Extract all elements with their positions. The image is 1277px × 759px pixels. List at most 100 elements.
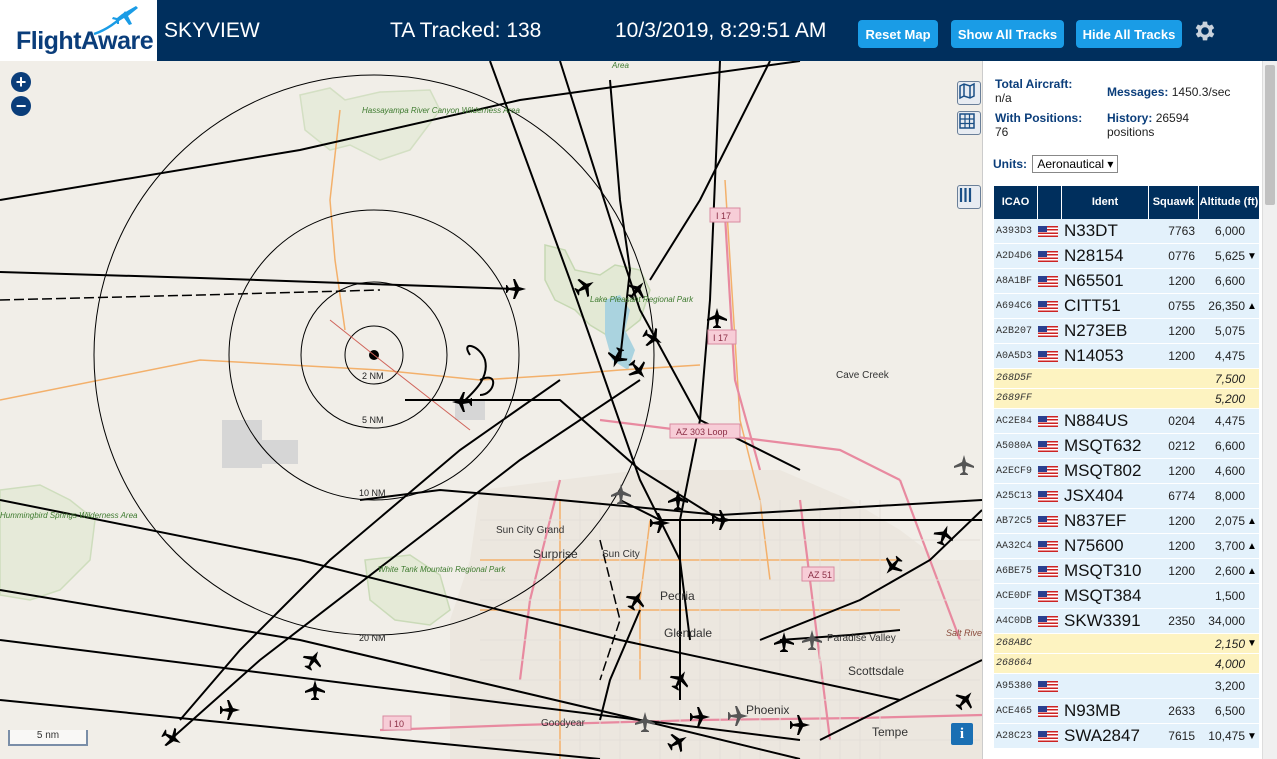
info-button[interactable]: i bbox=[951, 723, 973, 745]
table-row[interactable]: A25C13 JSX404 6774 8,000 bbox=[994, 484, 1259, 509]
col-altitude[interactable]: Altitude (ft) bbox=[1199, 186, 1259, 219]
cell-altitude: 6,000 bbox=[1214, 224, 1245, 238]
table-row[interactable]: ACE0DF MSQT384 1,500 bbox=[994, 584, 1259, 609]
cell-icao: A393D3 bbox=[996, 225, 1033, 237]
col-icao[interactable]: ICAO bbox=[994, 186, 1038, 219]
us-flag-icon bbox=[1038, 350, 1058, 362]
messages-value: 1450.3/sec bbox=[1171, 85, 1231, 99]
cell-flag bbox=[1038, 459, 1062, 483]
col-squawk[interactable]: Squawk bbox=[1149, 186, 1199, 219]
table-row[interactable]: AB72C5 N837EF 1200 2,075 ▲ bbox=[994, 509, 1259, 534]
map-scale: 5 nm bbox=[8, 730, 88, 746]
cell-trend: ▲ bbox=[1247, 540, 1257, 552]
us-flag-icon bbox=[1038, 300, 1058, 312]
us-flag-icon bbox=[1038, 490, 1058, 502]
cell-flag bbox=[1038, 674, 1062, 698]
table-row[interactable]: 268664 4,000 bbox=[994, 654, 1259, 674]
table-row[interactable]: A393D3 N33DT 7763 6,000 bbox=[994, 219, 1259, 244]
cell-flag bbox=[1038, 584, 1062, 608]
cell-flag bbox=[1038, 484, 1062, 508]
cell-icao: A25C13 bbox=[996, 490, 1033, 502]
us-flag-icon bbox=[1038, 465, 1058, 477]
table-row[interactable]: A2D4D6 N28154 0776 5,625 ▼ bbox=[994, 244, 1259, 269]
cell-flag bbox=[1038, 219, 1062, 243]
map-canvas[interactable]: 2 NM 5 NM 10 NM 20 NM Hassayampa River C… bbox=[0, 61, 982, 759]
cell-flag bbox=[1038, 244, 1062, 268]
cell-ident: MSQT632 bbox=[1064, 436, 1142, 455]
table-row[interactable]: A694C6 CITT51 0755 26,350 ▲ bbox=[994, 294, 1259, 319]
zoom-in-button[interactable]: + bbox=[11, 72, 31, 92]
show-all-tracks-button[interactable]: Show All Tracks bbox=[951, 20, 1064, 48]
map-layers-button[interactable] bbox=[957, 81, 981, 105]
reset-map-button[interactable]: Reset Map bbox=[858, 20, 938, 48]
place-label: Sun City bbox=[602, 549, 640, 560]
cell-altitude: 4,475 bbox=[1214, 349, 1245, 363]
scrollbar-thumb[interactable] bbox=[1265, 65, 1275, 205]
units-label: Units: bbox=[993, 157, 1027, 171]
gray-zone bbox=[262, 440, 298, 464]
cell-altitude: 4,000 bbox=[1214, 656, 1245, 671]
cell-flag bbox=[1038, 634, 1062, 653]
table-row[interactable]: A5080A MSQT632 0212 6,600 bbox=[994, 434, 1259, 459]
table-row[interactable]: AC2E84 N884US 0204 4,475 bbox=[994, 409, 1259, 434]
cell-ident: JSX404 bbox=[1064, 486, 1124, 505]
gear-icon[interactable] bbox=[1192, 18, 1218, 44]
map-layer: 2 NM 5 NM 10 NM 20 NM Hassayampa River C… bbox=[0, 61, 982, 759]
road-label: I 10 bbox=[389, 719, 404, 729]
units-select[interactable]: Aeronautical ▾ bbox=[1032, 155, 1119, 173]
top-bar: FlightAware SKYVIEW TA Tracked: 138 10/3… bbox=[0, 0, 1277, 61]
cell-ident: MSQT384 bbox=[1064, 586, 1142, 605]
cell-flag bbox=[1038, 559, 1062, 583]
cell-icao: A2D4D6 bbox=[996, 250, 1033, 262]
table-body: A393D3 N33DT 7763 6,000 A2D4D6 N28154 0776 5,62… bbox=[994, 219, 1259, 749]
cell-ident: SKW3391 bbox=[1064, 611, 1141, 630]
table-row[interactable]: A2ECF9 MSQT802 1200 4,600 bbox=[994, 459, 1259, 484]
place-label: Peoria bbox=[660, 589, 695, 603]
columns-toggle-button[interactable] bbox=[957, 185, 981, 209]
table-row[interactable]: 2689FF 5,200 bbox=[994, 389, 1259, 409]
cell-trend: ▲ bbox=[1247, 515, 1257, 527]
col-flag[interactable] bbox=[1038, 186, 1062, 219]
place-label: Sun City Grand bbox=[496, 525, 564, 536]
cell-flag bbox=[1038, 654, 1062, 673]
table-row[interactable]: A28C23 SWA2847 7615 10,475 ▼ bbox=[994, 724, 1259, 749]
panel-scrollbar[interactable] bbox=[1262, 61, 1277, 759]
place-label: Goodyear bbox=[541, 718, 586, 729]
cell-icao: AC2E84 bbox=[996, 415, 1033, 427]
us-flag-icon bbox=[1038, 540, 1058, 552]
cell-ident: MSQT310 bbox=[1064, 561, 1142, 580]
road-label: I 17 bbox=[716, 211, 731, 221]
cell-altitude: 2,150 bbox=[1214, 636, 1245, 651]
cell-icao: A28C23 bbox=[996, 730, 1033, 742]
cell-squawk: 1200 bbox=[1168, 274, 1195, 288]
clock: 10/3/2019, 8:29:51 AM bbox=[615, 19, 827, 42]
place-label: Lake Pleasant Regional Park bbox=[590, 295, 694, 304]
table-row[interactable]: A8A1BF N65501 1200 6,600 bbox=[994, 269, 1259, 294]
table-row[interactable]: A2B207 N273EB 1200 5,075 bbox=[994, 319, 1259, 344]
cell-icao: AB72C5 bbox=[996, 515, 1033, 527]
table-row[interactable]: A6BE75 MSQT310 1200 2,600 ▲ bbox=[994, 559, 1259, 584]
cell-altitude: 6,600 bbox=[1214, 439, 1245, 453]
cell-flag bbox=[1038, 319, 1062, 343]
col-ident[interactable]: Ident bbox=[1062, 186, 1149, 219]
cell-squawk: 2633 bbox=[1168, 704, 1195, 718]
cell-icao: A0A5D3 bbox=[996, 350, 1033, 362]
table-row[interactable]: ACE465 N93MB 2633 6,500 bbox=[994, 699, 1259, 724]
cell-squawk: 7763 bbox=[1168, 224, 1195, 238]
table-row[interactable]: A0A5D3 N14053 1200 4,475 bbox=[994, 344, 1259, 369]
cell-ident: N28154 bbox=[1064, 246, 1124, 265]
cell-flag bbox=[1038, 699, 1062, 723]
cell-squawk: 1200 bbox=[1168, 464, 1195, 478]
table-row[interactable]: A95380 3,200 bbox=[994, 674, 1259, 699]
hide-all-tracks-button[interactable]: Hide All Tracks bbox=[1076, 20, 1182, 48]
place-label: Cave Creek bbox=[836, 370, 890, 381]
table-row[interactable]: 268D5F 7,500 bbox=[994, 369, 1259, 389]
cell-icao: 268ABC bbox=[996, 638, 1033, 649]
table-row[interactable]: A4C0DB SKW3391 2350 34,000 bbox=[994, 609, 1259, 634]
table-row[interactable]: 268ABC 2,150 ▼ bbox=[994, 634, 1259, 654]
cell-icao: 2689FF bbox=[996, 393, 1033, 404]
grid-toggle-button[interactable] bbox=[957, 111, 981, 135]
zoom-out-button[interactable]: − bbox=[11, 96, 31, 116]
table-row[interactable]: AA32C4 N75600 1200 3,700 ▲ bbox=[994, 534, 1259, 559]
flightaware-logo[interactable]: FlightAware bbox=[0, 0, 157, 61]
